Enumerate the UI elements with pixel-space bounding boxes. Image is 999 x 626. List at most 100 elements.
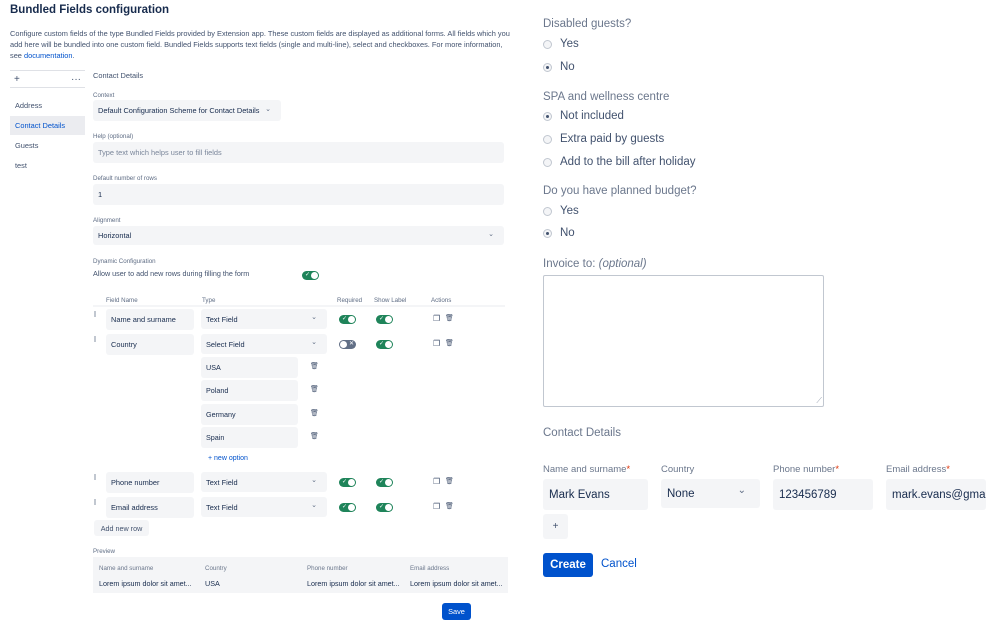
required-toggle[interactable]: ✓ — [339, 478, 356, 487]
field-name-input[interactable]: Email address — [106, 497, 194, 518]
option-input[interactable]: USA — [201, 357, 298, 378]
preview-cell: Lorem ipsum dolor sit amet... — [99, 579, 192, 588]
configuration-panel: Bundled Fields configuration Configure c… — [0, 0, 520, 626]
trash-icon[interactable]: 🗑 — [310, 410, 319, 418]
show-label-toggle[interactable]: ✓ — [376, 503, 393, 512]
save-button[interactable]: Save — [442, 603, 471, 620]
required-toggle[interactable]: ✓ — [339, 503, 356, 512]
field-type-select[interactable]: Text Field ⌄ — [201, 309, 327, 329]
column-field-name: Field Name — [106, 297, 138, 304]
field-name-input[interactable]: Country — [106, 334, 194, 355]
add-row-button[interactable]: + — [543, 514, 568, 539]
drag-handle-icon[interactable] — [94, 499, 96, 505]
invoice-textarea[interactable]: ⟋ — [543, 275, 824, 407]
sidebar-item-guests[interactable]: Guests — [10, 136, 85, 155]
contact-details-title: Contact Details — [543, 427, 621, 439]
context-select[interactable]: Default Configuration Scheme for Contact… — [93, 100, 281, 121]
check-icon: ✓ — [305, 272, 311, 278]
trash-icon[interactable]: 🗑 — [310, 386, 319, 394]
preview-cell: USA — [205, 579, 220, 588]
cancel-link[interactable]: Cancel — [601, 558, 637, 570]
drag-handle-icon[interactable] — [94, 474, 96, 480]
copy-icon[interactable]: ❐ — [433, 315, 440, 323]
preview-cell: Lorem ipsum dolor sit amet... — [307, 579, 400, 588]
help-input[interactable]: Type text which helps user to fill field… — [93, 142, 504, 163]
country-select[interactable]: None ⌄ — [661, 479, 760, 508]
add-new-row-button[interactable]: Add new row — [94, 520, 149, 536]
context-label: Context — [93, 92, 115, 99]
copy-icon[interactable]: ❐ — [433, 478, 440, 486]
drag-handle-icon[interactable] — [94, 311, 96, 317]
preview-header: Email address — [410, 565, 450, 572]
radio-option[interactable]: Extra paid by guests — [543, 133, 664, 145]
trash-icon[interactable]: 🗑 — [310, 363, 319, 371]
add-icon[interactable]: + — [14, 74, 20, 85]
invoice-label: Invoice to: (optional) — [543, 258, 647, 270]
documentation-link[interactable]: documentation — [24, 51, 72, 60]
allow-rows-toggle[interactable]: ✓ — [302, 271, 319, 280]
name-label: Name and surname* — [543, 464, 631, 475]
email-input[interactable]: mark.evans@gmail.com — [886, 479, 986, 510]
show-label-toggle[interactable]: ✓ — [376, 478, 393, 487]
rows-input[interactable]: 1 — [93, 184, 504, 205]
sidebar-item-test[interactable]: test — [10, 156, 85, 175]
radio-option[interactable]: Yes — [543, 205, 579, 217]
create-button[interactable]: Create — [543, 553, 593, 577]
email-label: Email address* — [886, 464, 950, 475]
phone-label: Phone number* — [773, 464, 840, 475]
cross-icon: ✕ — [348, 341, 354, 347]
alignment-label: Alignment — [93, 217, 121, 224]
trash-icon[interactable]: 🗑 — [310, 433, 319, 441]
header-divider — [93, 305, 505, 307]
chevron-down-icon: ⌄ — [488, 231, 494, 238]
required-toggle[interactable]: ✕ — [339, 340, 356, 349]
radio-selected-icon[interactable] — [543, 62, 552, 72]
form-panel: Disabled guests? Yes No SPA and wellness… — [530, 0, 999, 626]
copy-icon[interactable]: ❐ — [433, 503, 440, 511]
option-input[interactable]: Spain — [201, 427, 298, 448]
field-type-select[interactable]: Text Field ⌄ — [201, 472, 327, 492]
radio-option[interactable]: No — [543, 61, 575, 73]
page-title: Bundled Fields configuration — [10, 4, 170, 16]
chevron-down-icon: ⌄ — [311, 502, 317, 509]
trash-icon[interactable]: 🗑 — [445, 503, 454, 511]
radio-option[interactable]: Yes — [543, 38, 579, 50]
radio-option[interactable]: Add to the bill after holiday — [543, 156, 696, 168]
field-name-input[interactable]: Name and surname — [106, 309, 194, 330]
column-show-label: Show Label — [374, 297, 407, 304]
alignment-select[interactable]: Horizontal ⌄ — [93, 226, 504, 245]
field-type-select[interactable]: Text Field ⌄ — [201, 497, 327, 517]
trash-icon[interactable]: 🗑 — [445, 315, 454, 323]
phone-input[interactable]: 123456789 — [773, 479, 873, 510]
sidebar-item-address[interactable]: Address — [10, 96, 85, 115]
drag-handle-icon[interactable] — [94, 336, 96, 342]
allow-rows-label: Allow user to add new rows during fillin… — [93, 269, 250, 278]
option-input[interactable]: Poland — [201, 380, 298, 401]
trash-icon[interactable]: 🗑 — [445, 478, 454, 486]
radio-icon[interactable] — [543, 157, 552, 167]
radio-selected-icon[interactable] — [543, 228, 552, 238]
disabled-guests-question: Disabled guests? — [543, 18, 632, 30]
radio-option[interactable]: Not included — [543, 110, 624, 122]
spa-question: SPA and wellness centre — [543, 91, 670, 103]
field-type-select[interactable]: Select Field ⌄ — [201, 334, 327, 354]
resize-handle-icon[interactable]: ⟋ — [816, 397, 822, 405]
radio-selected-icon[interactable] — [543, 111, 552, 121]
trash-icon[interactable]: 🗑 — [445, 340, 454, 348]
radio-option[interactable]: No — [543, 227, 575, 239]
column-required: Required — [337, 297, 363, 304]
required-toggle[interactable]: ✓ — [339, 315, 356, 324]
sidebar-item-contact-details[interactable]: Contact Details — [10, 116, 85, 135]
column-actions: Actions — [431, 297, 452, 304]
new-option-link[interactable]: + new option — [208, 455, 248, 462]
radio-icon[interactable] — [543, 134, 552, 144]
copy-icon[interactable]: ❐ — [433, 340, 440, 348]
radio-icon[interactable] — [543, 39, 552, 49]
show-label-toggle[interactable]: ✓ — [376, 315, 393, 324]
more-icon[interactable]: ··· — [71, 74, 81, 85]
field-name-input[interactable]: Phone number — [106, 472, 194, 493]
option-input[interactable]: Germany — [201, 404, 298, 425]
radio-icon[interactable] — [543, 206, 552, 216]
name-input[interactable]: Mark Evans — [543, 479, 648, 510]
show-label-toggle[interactable]: ✓ — [376, 340, 393, 349]
